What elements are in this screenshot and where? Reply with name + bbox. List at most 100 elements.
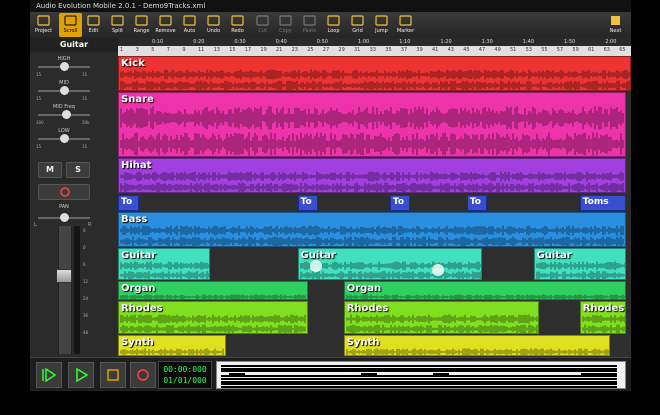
toolbar-button-cut[interactable]: Cut: [251, 13, 274, 37]
toolbar-button-auto[interactable]: Auto: [178, 13, 201, 37]
clip-bass[interactable]: Bass: [118, 212, 626, 247]
bar-tick: 49: [494, 47, 501, 53]
meter-mark: 0: [83, 245, 86, 250]
clip-rhodes[interactable]: Rhodes: [343, 301, 539, 334]
clip-toms[interactable]: To: [297, 195, 319, 211]
eq-slider-low[interactable]: LOW 15 15: [34, 128, 114, 152]
scroll-icon: [64, 15, 77, 26]
bar-tick: 47: [478, 47, 486, 53]
play-button[interactable]: [68, 362, 94, 388]
clip-rhodes[interactable]: Rhodes: [118, 301, 308, 334]
toolbar-button-loop[interactable]: Loop: [322, 13, 345, 37]
split-icon: [111, 15, 124, 26]
clip-kick[interactable]: Kick: [118, 56, 631, 91]
eq-slider-mid[interactable]: MID 15 15: [34, 80, 114, 104]
volume-fader[interactable]: [56, 226, 72, 354]
clip-toms[interactable]: Toms: [579, 195, 626, 211]
toolbar-button-remove[interactable]: Remove: [154, 13, 177, 37]
clip-synth[interactable]: Synth: [343, 335, 611, 356]
time-ruler[interactable]: 0:10 0:20 0:30 0:40 0:50 1:00 1:10 1:20 1:30 1:40…: [118, 38, 631, 46]
toolbar-button-undo[interactable]: Undo: [202, 13, 225, 37]
bar-tick: 17: [244, 47, 252, 53]
clip-rhodes[interactable]: Rhodes: [579, 301, 626, 334]
bar-tick: 25: [307, 47, 314, 53]
record-icon: [137, 369, 149, 381]
timeline-ruler[interactable]: 0:10 0:20 0:30 0:40 0:50 1:00 1:10 1:20 1:30 1:40…: [118, 38, 631, 56]
eq-slider-mid-freq[interactable]: MID Freq 300 20k: [34, 104, 114, 128]
toolbar-button-range[interactable]: Range: [130, 13, 153, 37]
record-button[interactable]: [130, 362, 156, 388]
toolbar-button-jump[interactable]: Jump: [370, 13, 393, 37]
eq-knob[interactable]: [59, 134, 69, 143]
toolbar-button-label: Cut: [258, 28, 267, 34]
solo-button[interactable]: S: [66, 162, 90, 178]
clip-toms[interactable]: To: [466, 195, 488, 211]
clip-guitar[interactable]: Guitar: [297, 248, 483, 280]
track-area[interactable]: Kick Snare Hihat To To To To Toms Bass Guitar Guit…: [118, 56, 631, 357]
arm-record-button[interactable]: [38, 184, 90, 200]
mute-button[interactable]: M: [38, 162, 62, 178]
undo-icon: [207, 15, 220, 26]
toolbar-button-label: Edit: [88, 28, 99, 34]
clip-hihat[interactable]: Hihat: [118, 158, 626, 193]
stop-button[interactable]: [100, 362, 126, 388]
clip-toms[interactable]: To: [118, 195, 139, 211]
channel-track-name: Guitar: [30, 38, 118, 52]
toolbar-button-edit[interactable]: Edit: [82, 13, 105, 37]
toolbar-button-scroll[interactable]: Scroll: [59, 13, 82, 37]
waveform: [346, 294, 625, 299]
marker-icon: [399, 15, 412, 26]
clip-guitar[interactable]: Guitar: [118, 248, 211, 280]
song-overview[interactable]: [216, 361, 626, 389]
bar-tick: 29: [338, 47, 345, 53]
bar-tick: 5: [151, 47, 155, 53]
clip-label: To: [469, 197, 481, 207]
waveform: [346, 348, 610, 355]
eq-slider-high[interactable]: HIGH 15 15: [34, 56, 114, 80]
overview-track-line: [221, 385, 617, 388]
redo-icon: [231, 15, 244, 26]
bar-tick: 1: [120, 47, 124, 53]
bar-tick: 37: [400, 47, 408, 53]
clip-label: Rhodes: [582, 303, 625, 314]
clip-synth[interactable]: Synth: [118, 335, 226, 356]
clip-label: Rhodes: [346, 303, 389, 314]
next-button-label: Next: [609, 28, 622, 34]
play-icon: [76, 367, 89, 383]
bar-tick: 23: [291, 47, 298, 53]
time-tick: 0:30: [234, 39, 246, 45]
bar-tick: 7: [166, 47, 170, 53]
bar-tick: 51: [510, 47, 517, 53]
fader-knob[interactable]: [56, 269, 72, 284]
eq-knob[interactable]: [59, 62, 69, 71]
meter-mark: 12: [83, 279, 89, 284]
toolbar-button-paste[interactable]: Paste: [298, 13, 321, 37]
toolbar-button-label: Scroll: [63, 28, 78, 34]
toolbar-button-copy[interactable]: Copy: [274, 13, 297, 37]
clip-organ[interactable]: Organ: [118, 281, 308, 300]
clip-snare[interactable]: Snare: [118, 92, 626, 157]
toolbar-button-marker[interactable]: Marker: [394, 13, 417, 37]
clip-guitar[interactable]: Guitar: [533, 248, 626, 280]
pan-label: PAN: [59, 204, 69, 210]
time-tick: 1:40: [522, 39, 535, 45]
play-from-start-button[interactable]: [36, 362, 62, 388]
record-arm-icon: [60, 187, 70, 197]
toolbar-button-project[interactable]: Project: [32, 13, 55, 37]
bar-ruler[interactable]: 1 3 5 7 9 11 13 15 17 19 21 23 25 27 29 31 33 35 37 39 41 43 4…: [118, 46, 631, 56]
clip-organ[interactable]: Organ: [343, 281, 626, 300]
clip-toms[interactable]: To: [389, 195, 411, 211]
bar-tick: 59: [572, 47, 579, 53]
pan-knob[interactable]: [59, 213, 69, 222]
next-button[interactable]: Next: [604, 13, 627, 37]
eq-min-label: 15: [36, 144, 42, 149]
eq-knob[interactable]: [62, 110, 72, 119]
toolbar-button-grid[interactable]: Grid: [346, 13, 369, 37]
clip-label: Kick: [121, 58, 145, 69]
bar-tick: 65: [619, 47, 626, 53]
toolbar-button-split[interactable]: Split: [106, 13, 129, 37]
toolbar-button-redo[interactable]: Redo: [226, 13, 249, 37]
eq-knob[interactable]: [59, 86, 69, 95]
toolbar-button-label: Project: [34, 28, 53, 34]
range-icon: [135, 15, 148, 26]
